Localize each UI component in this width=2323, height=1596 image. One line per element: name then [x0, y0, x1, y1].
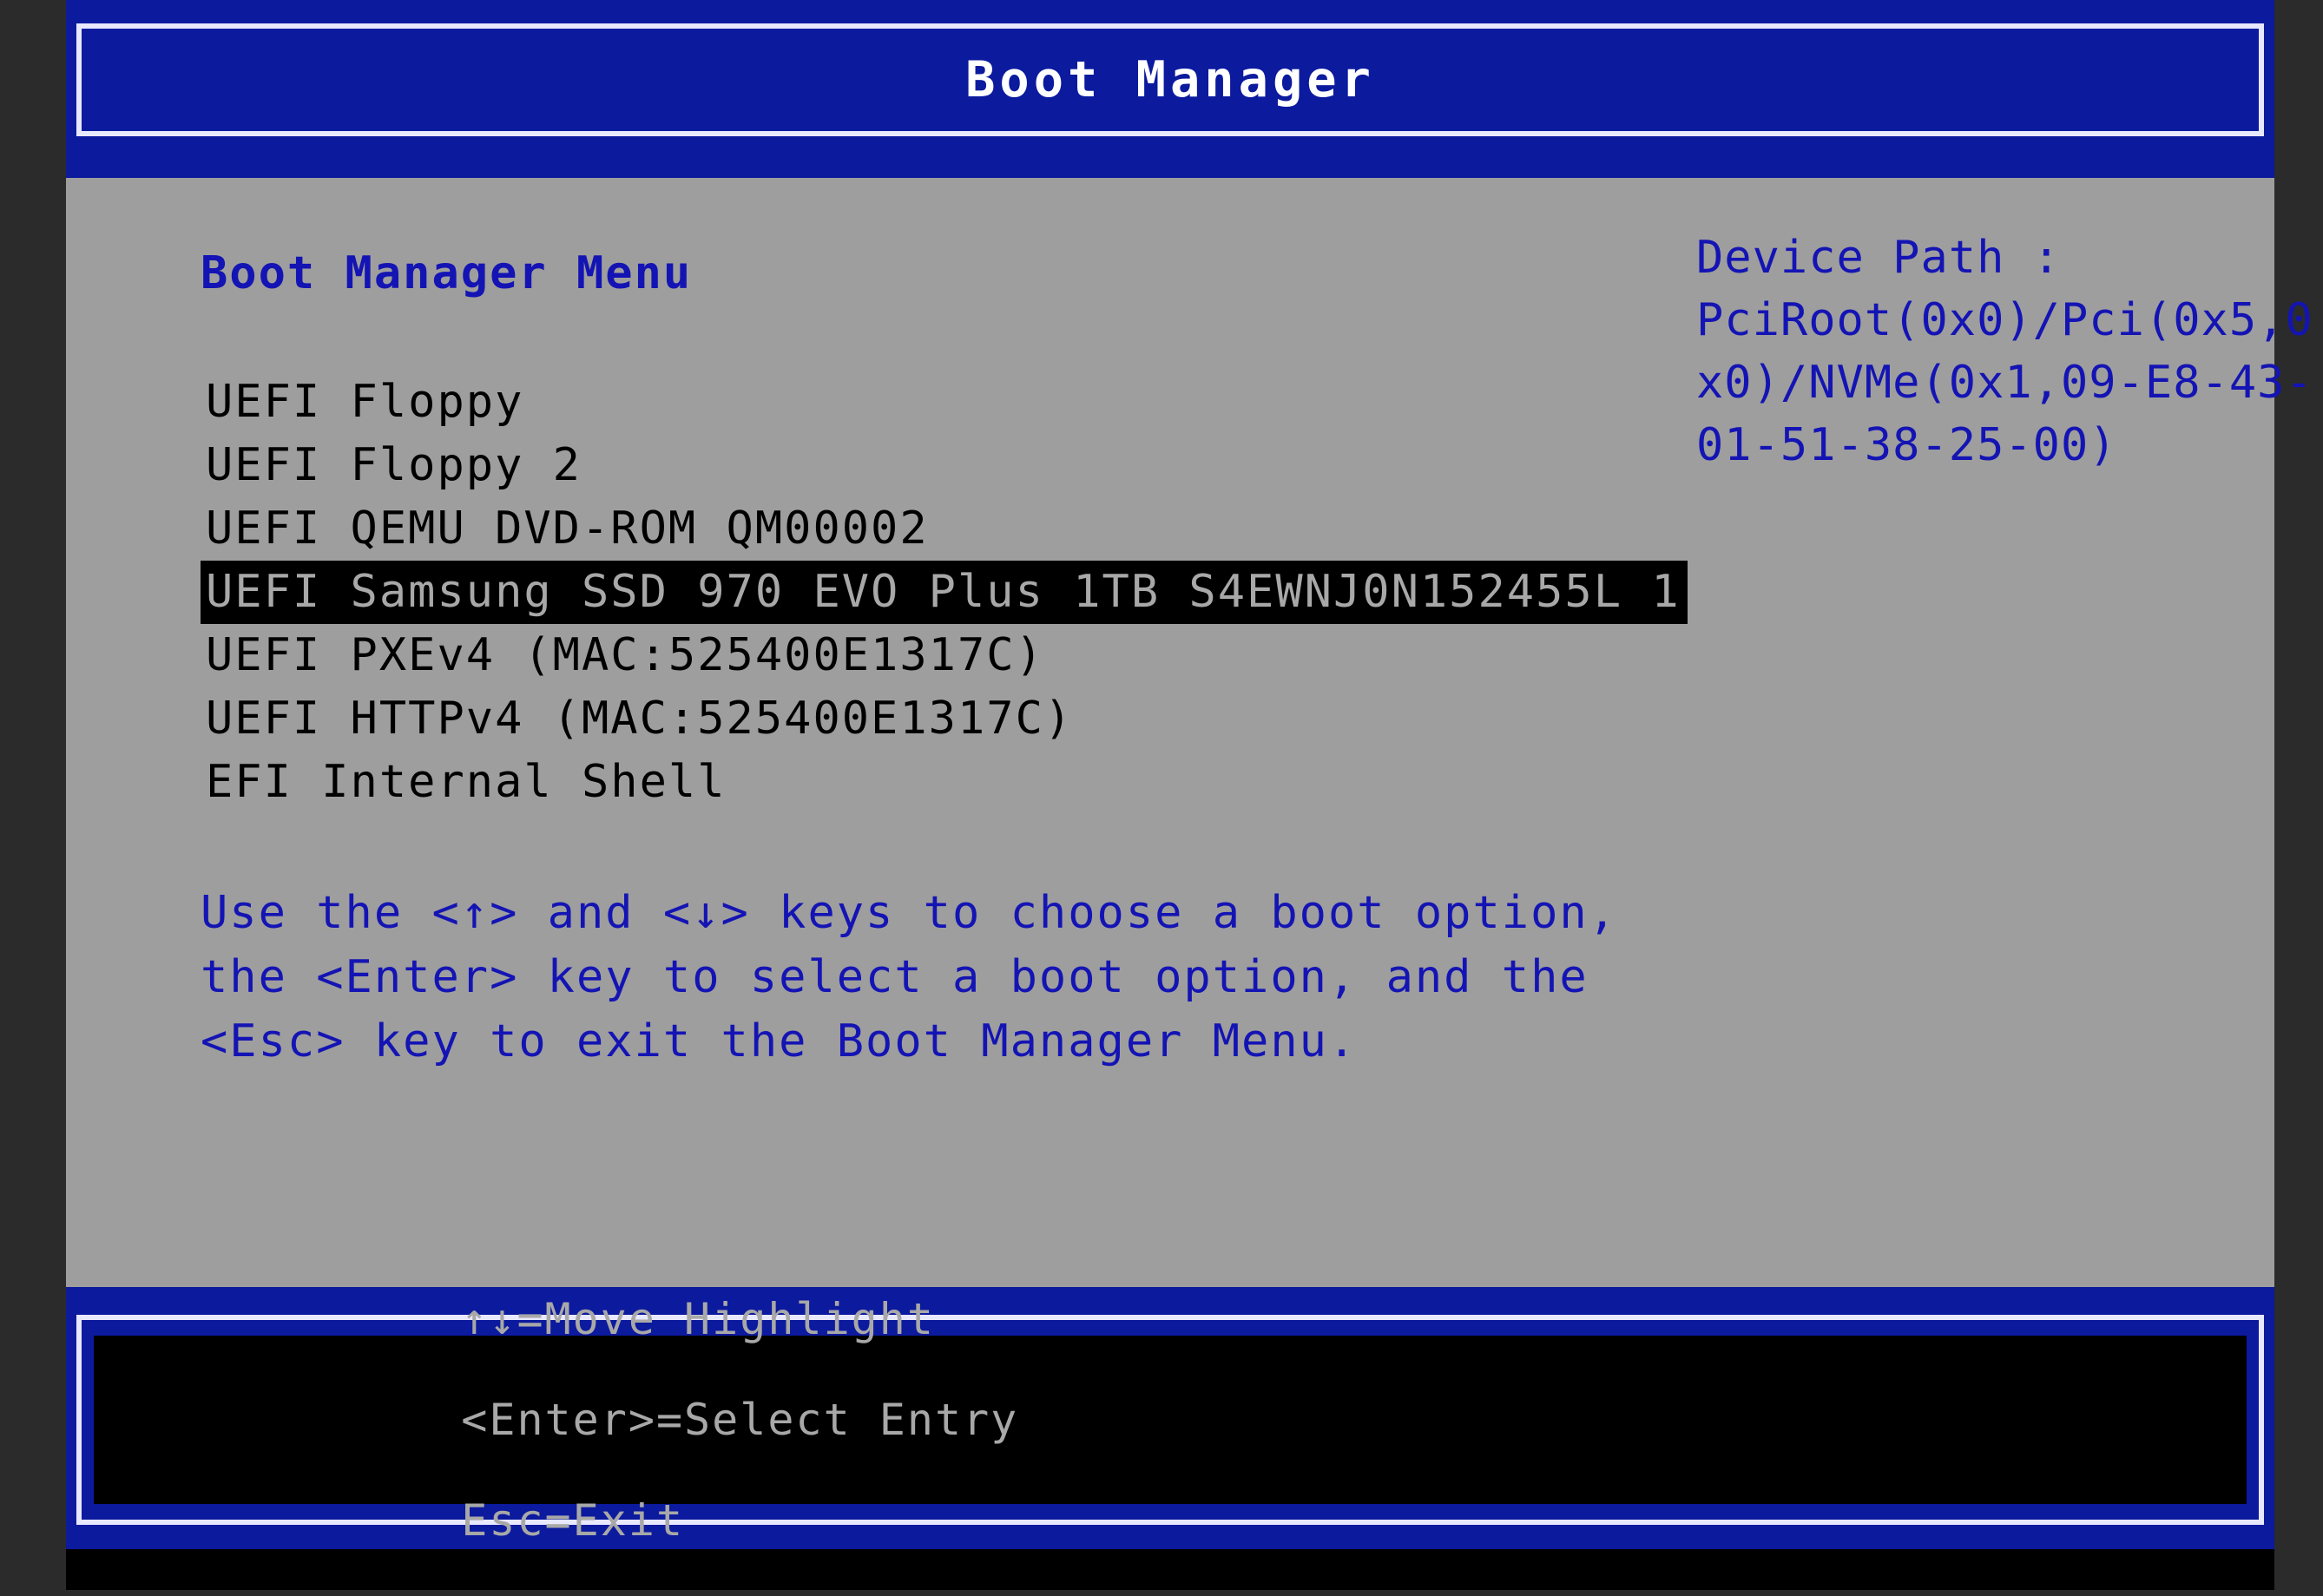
boot-entry-row[interactable]: UEFI HTTPv4 (MAC:525400E1317C): [201, 687, 1659, 751]
boot-entry-label[interactable]: UEFI QEMU DVD-ROM QM00002: [201, 497, 1659, 561]
bottom-black-strip: [66, 1549, 2274, 1590]
boot-entry-label[interactable]: UEFI Floppy 2: [201, 434, 1659, 497]
main-panel: Boot Manager Menu UEFI Floppy UEFI Floppy…: [66, 178, 2313, 1287]
status-bar: ↑↓=Move Highlight <Enter>=Select Entry E…: [94, 1294, 2247, 1546]
device-path-line: PciRoot(0x0)/Pci(0x5,0: [1696, 294, 2313, 346]
boot-entry-selected[interactable]: UEFI Samsung SSD 970 EVO Plus 1TB S4EWNJ…: [201, 561, 1688, 624]
help-text-line: Use the <↑> and <↓> keys to choose a boo…: [201, 887, 1618, 939]
title-bar: Boot Manager: [66, 0, 2274, 178]
bottom-bar: ↑↓=Move Highlight <Enter>=Select Entry E…: [66, 1287, 2274, 1549]
boot-entry-row[interactable]: UEFI Floppy 2: [201, 434, 1659, 497]
device-path-line: 01-51-38-25-00): [1696, 419, 2117, 471]
bottom-bar-frame: ↑↓=Move Highlight <Enter>=Select Entry E…: [76, 1294, 2264, 1546]
boot-entry-row[interactable]: UEFI Floppy: [201, 371, 1659, 434]
boot-entry-label[interactable]: UEFI Floppy: [201, 371, 1659, 434]
boot-entry-row[interactable]: UEFI PXEv4 (MAC:525400E1317C): [201, 624, 1659, 687]
boot-entry-list[interactable]: UEFI Floppy UEFI Floppy 2 UEFI QEMU DVD-RO…: [201, 371, 1688, 814]
bios-console: Boot Manager Boot Manager Menu UEFI Flop…: [66, 0, 2313, 1590]
bios-screen: Boot Manager Boot Manager Menu UEFI Flop…: [0, 0, 2323, 1590]
device-path-panel: Device Path : PciRoot(0x0)/Pci(0x5,0 x0)/…: [1696, 227, 2313, 476]
title-bar-frame: Boot Manager: [76, 23, 2264, 136]
page-title: Boot Manager: [965, 51, 1375, 108]
device-path-value: PciRoot(0x0)/Pci(0x5,0 x0)/NVMe(0x1,09-E8…: [1696, 289, 2313, 476]
help-text-block: Use the <↑> and <↓> keys to choose a boo…: [201, 881, 1617, 1074]
boot-entry-label[interactable]: UEFI PXEv4 (MAC:525400E1317C): [201, 624, 1659, 687]
boot-entry-row[interactable]: UEFI QEMU DVD-ROM QM00002: [201, 497, 1659, 561]
device-path-label: Device Path :: [1696, 232, 2061, 284]
boot-entry-label[interactable]: EFI Internal Shell: [201, 751, 1659, 814]
boot-entry-label[interactable]: UEFI HTTPv4 (MAC:525400E1317C): [201, 687, 1659, 751]
help-text-line: <Esc> key to exit the Boot Manager Menu.: [201, 1015, 1358, 1067]
boot-menu-heading: Boot Manager Menu: [201, 247, 693, 299]
status-select-entry: <Enter>=Select Entry: [461, 1395, 1019, 1445]
status-bar-items: ↑↓=Move Highlight <Enter>=Select Entry E…: [127, 1244, 1018, 1596]
help-text-line: the <Enter> key to select a boot option,…: [201, 951, 1589, 1003]
status-exit: Esc=Exit: [461, 1495, 685, 1546]
boot-entry-row[interactable]: EFI Internal Shell: [201, 751, 1659, 814]
device-path-line: x0)/NVMe(0x1,09-E8-43-: [1696, 357, 2313, 409]
status-move-highlight: ↑↓=Move Highlight: [461, 1294, 935, 1344]
boot-entry-row[interactable]: UEFI Samsung SSD 970 EVO Plus 1TB S4EWNJ…: [201, 561, 1688, 624]
